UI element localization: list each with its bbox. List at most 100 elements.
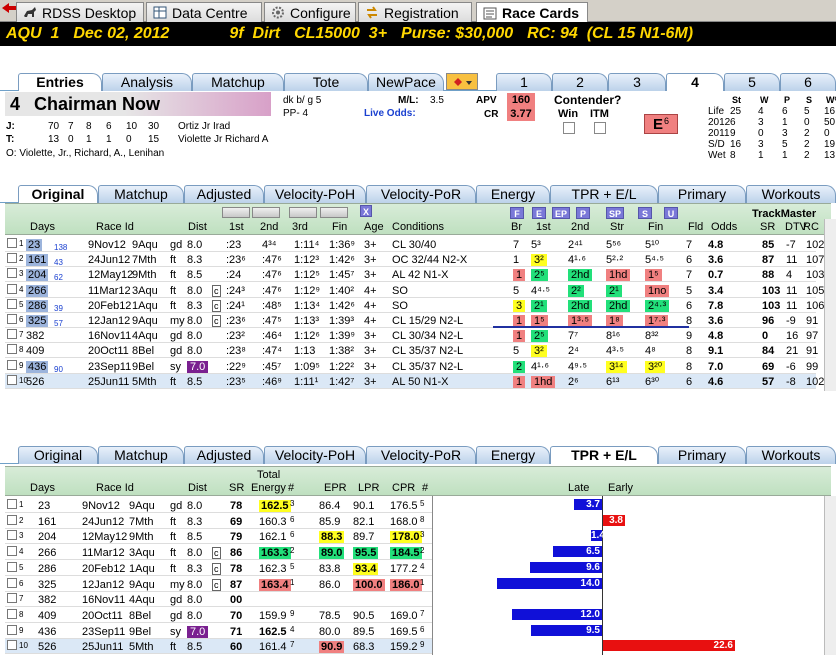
tab-workouts[interactable]: Workouts [746,185,836,203]
row-checkbox[interactable] [7,577,17,588]
row-checkbox[interactable] [7,608,17,619]
table-row[interactable]: 5 286 39 20Feb12 1Aqu ft 8.3 c:24¹:48⁵ 1:13⁴ 1:42… [5,298,824,313]
table-row[interactable]: 7 382 16Nov11 4Aqu gd 8.0 00 [5,592,432,608]
back-arrow-icon[interactable] [2,3,16,13]
tab-entries[interactable]: Entries [18,73,102,91]
close-filter-button[interactable]: X [360,205,372,217]
tab-original[interactable]: Original [18,446,98,464]
row-checkbox[interactable] [7,640,17,651]
tab-matchup[interactable]: Matchup [192,73,284,91]
tab-adjusted[interactable]: Adjusted [184,446,264,464]
cell-track: 9Mth [132,269,157,282]
row-checkbox[interactable] [7,253,17,264]
table-row[interactable]: 8 409 20Oct11 8Bel gd 8.0:23⁸:47⁴ 1:13 1:38² 3+ C… [5,343,818,359]
row-checkbox[interactable] [7,546,17,557]
tab-analysis[interactable]: Analysis [102,73,192,91]
row-checkbox[interactable] [7,499,17,509]
table-row[interactable]: 9 436 90 23Sep11 9Bel sy 7.0:22⁹:45⁷ 1:09⁵ 1:22²… [5,359,818,374]
column-toggle-button[interactable] [320,207,348,218]
tab-energy[interactable]: Energy [476,185,550,203]
table-row[interactable]: 4 266 11Mar12 3Aqu ft 8.0 c 86 163.3 2 89.0 95.5 184… [5,545,432,561]
column-header: Total [257,469,281,481]
tab-configure[interactable]: Configure [264,2,356,22]
table-row[interactable]: 1 23 9Nov12 9Aqu gd 8.0 78 162.5 3 86.4 90.1 176.5 5 [5,498,432,513]
tab-horse-4[interactable]: 4 [666,73,724,91]
table-row[interactable]: 2 161 43 24Jun12 7Mth ft 8.3:23⁶:47⁶ 1:12³ 1:42⁶… [5,252,824,268]
flag-icon[interactable] [446,73,478,90]
call-filter-button[interactable]: S [638,207,652,219]
tab-horse-6[interactable]: 6 [780,73,836,91]
tab-original[interactable]: Original [18,185,98,203]
tab-matchup[interactable]: Matchup [98,185,184,203]
tab-race-cards[interactable]: Race Cards [476,2,588,23]
tab-energy[interactable]: Energy [476,446,550,464]
row-checkbox[interactable] [7,561,17,572]
grid1-scrollbar[interactable] [824,219,836,391]
tab-matchup[interactable]: Matchup [98,446,184,464]
column-toggle-button[interactable] [289,207,317,218]
itm-checkbox[interactable] [594,122,606,134]
row-checkbox[interactable] [7,329,17,340]
row-checkbox[interactable] [7,283,17,294]
tab-rdss-desktop[interactable]: RDSS Desktop [16,2,144,22]
row-checkbox[interactable] [7,374,17,385]
row-checkbox[interactable] [7,624,17,635]
row-checkbox[interactable] [7,268,17,279]
column-toggle-button[interactable] [222,207,250,218]
table-row[interactable]: 10 526 25Jun11 5Mth ft 8.5 60 161.4 7 90.9 68.3 159… [5,639,432,655]
cell-epr: 85.9 [319,515,341,528]
tab-adjusted[interactable]: Adjusted [184,185,264,203]
row-checkbox[interactable] [7,530,17,541]
row-checkbox[interactable] [7,238,17,248]
call-filter-button[interactable]: U [664,207,678,219]
table-row[interactable]: 4 266 11Mar12 3Aqu ft 8.0 c:24³:47⁶ 1:12⁹ 1:40² 4… [5,283,824,298]
tab-primary[interactable]: Primary [658,446,746,464]
cell-en_rank: 4 [290,624,295,634]
tab-primary[interactable]: Primary [658,185,746,203]
call-filter-button[interactable]: EP [552,207,570,219]
table-row[interactable]: 3 204 12May12 9Mth ft 8.5 79 162.1 6 88.3 89.7 178.… [5,529,432,545]
call-filter-button[interactable]: E [532,207,546,219]
row-checkbox[interactable] [7,314,17,324]
tab-velocity-poh[interactable]: Velocity-PoH [264,446,366,464]
column-header: 2nd [571,221,590,233]
table-row[interactable]: 6 325 57 12Jan12 9Aqu my 8.0 c:23⁶:47⁵ 1:13³ 1:39… [5,313,818,328]
tab-velocity-poh[interactable]: Velocity-PoH [264,185,366,203]
win-checkbox[interactable] [563,122,575,134]
tab-tpr-e-l[interactable]: TPR + E/L [550,185,658,203]
tab-horse-5[interactable]: 5 [724,73,780,91]
jt-stat: 70 [48,121,60,132]
row-checkbox[interactable] [7,344,17,355]
row-checkbox[interactable] [7,359,17,370]
row-checkbox[interactable] [7,514,17,525]
call-filter-button[interactable]: P [576,207,590,219]
cell-cpr_rank: 2 [420,546,425,556]
call-filter-button[interactable]: F [510,207,524,219]
table-row[interactable]: 1 23 138 9Nov12 9Aqu gd 8.0:23 4³⁴ 1:11⁴ 1:36⁹ 3+… [5,237,824,252]
tab-tpr-e-l[interactable]: TPR + E/L [550,446,658,464]
tab-newpace[interactable]: NewPace [368,73,444,91]
table-row[interactable]: 9 436 23Sep11 9Bel sy 7.0 71 162.5 4 80.0 89.5 169.… [5,624,432,639]
table-row[interactable]: 6 325 12Jan12 9Aqu my 8.0 c 87 163.4 1 86.0 100.0 18… [5,577,432,592]
tab-horse-2[interactable]: 2 [552,73,608,91]
table-row[interactable]: 5 286 20Feb12 1Aqu ft 8.3 c 78 162.3 5 83.8 93.4 177… [5,561,432,576]
row-checkbox[interactable] [7,593,17,604]
table-row[interactable]: 7 382 16Nov11 4Aqu gd 8.0:23²:46⁴ 1:12⁶ 1:39⁹ 3+… [5,328,818,344]
tab-data-centre[interactable]: Data Centre [146,2,262,22]
table-row[interactable]: 8 409 20Oct11 8Bel gd 8.0 70 159.9 9 78.5 90.5 169.… [5,608,432,623]
table-row[interactable]: 3 204 62 12May12 9Mth ft 8.5:24:47⁶ 1:12⁵ 1:45⁷ 3… [5,267,824,283]
row-checkbox[interactable] [7,298,17,309]
tab-velocity-por[interactable]: Velocity-PoR [366,185,476,203]
grid2-scrollbar[interactable] [824,496,836,655]
table-row[interactable]: 10 526 25Jun11 5Mth ft 8.5:23⁵:46⁹ 1:11¹ 1:42⁷ 3… [5,373,824,389]
cell-str: 2¹ [606,284,622,297]
tab-horse-1[interactable]: 1 [496,73,552,91]
tab-workouts[interactable]: Workouts [746,446,836,464]
call-filter-button[interactable]: SP [606,207,624,219]
tab-tote[interactable]: Tote [284,73,368,91]
table-row[interactable]: 2 161 24Jun12 7Mth ft 8.3 69 160.3 6 85.9 82.1 168.… [5,514,432,529]
column-toggle-button[interactable] [252,207,280,218]
tab-velocity-por[interactable]: Velocity-PoR [366,446,476,464]
tab-registration[interactable]: Registration [358,2,472,22]
tab-horse-3[interactable]: 3 [608,73,666,91]
